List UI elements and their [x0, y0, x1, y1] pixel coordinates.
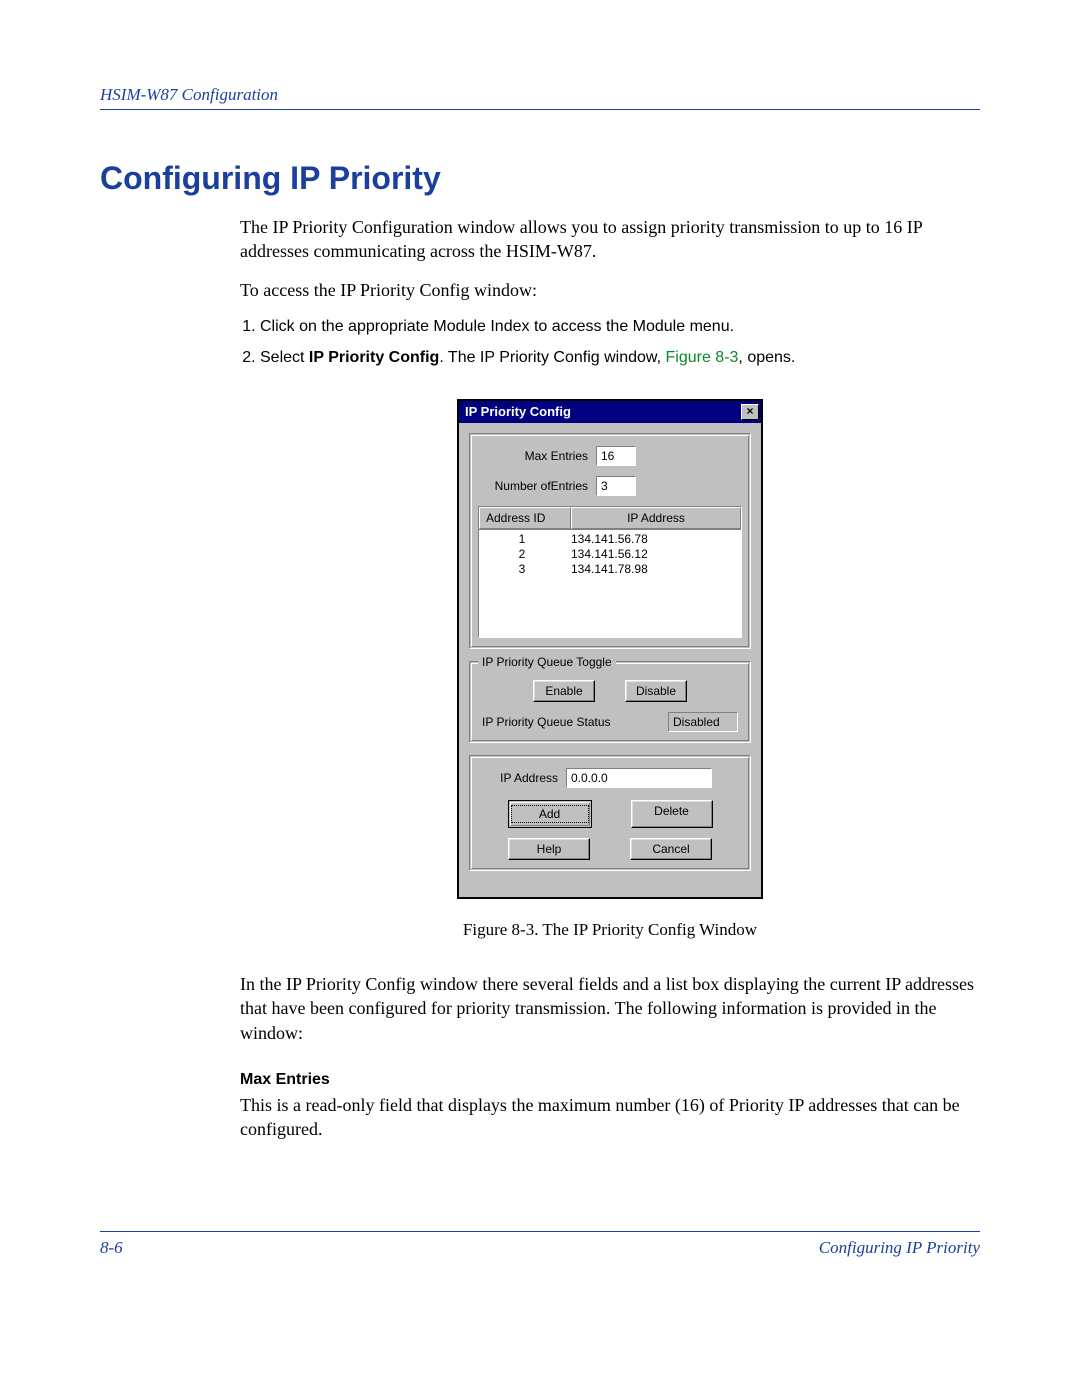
number-of-entries-field: 3 — [596, 476, 636, 496]
cancel-button[interactable]: Cancel — [630, 838, 712, 860]
row-id: 1 — [479, 532, 565, 547]
list-item[interactable]: 3 134.141.78.98 — [479, 562, 741, 577]
ip-address-input[interactable]: 0.0.0.0 — [566, 768, 712, 788]
max-entries-label: Max Entries — [478, 448, 596, 464]
enable-button[interactable]: Enable — [533, 680, 595, 702]
column-header-address-id[interactable]: Address ID — [479, 507, 571, 529]
ip-address-label: IP Address — [478, 770, 566, 786]
running-header: HSIM-W87 Configuration — [100, 85, 980, 110]
queue-status-label: IP Priority Queue Status — [482, 714, 668, 730]
footer-section-title: Configuring IP Priority — [819, 1238, 980, 1258]
add-button-label: Add — [511, 805, 589, 823]
row-id: 2 — [479, 547, 565, 562]
help-button[interactable]: Help — [508, 838, 590, 860]
step-1: Click on the appropriate Module Index to… — [260, 316, 980, 338]
step-2-text-a: Select — [260, 349, 309, 366]
row-ip: 134.141.56.78 — [565, 532, 741, 547]
disable-button[interactable]: Disable — [625, 680, 687, 702]
ip-priority-config-dialog: IP Priority Config × Max Entries 16 Numb… — [457, 399, 763, 899]
step-2-text-d: , opens. — [738, 349, 795, 366]
row-id: 3 — [479, 562, 565, 577]
delete-button[interactable]: Delete — [631, 800, 713, 828]
max-entries-description: This is a read-only field that displays … — [240, 1093, 980, 1142]
queue-status-value: Disabled — [668, 712, 738, 732]
intro-paragraph-2: To access the IP Priority Config window: — [240, 278, 980, 302]
dialog-titlebar[interactable]: IP Priority Config × — [459, 401, 761, 423]
toggle-group-label: IP Priority Queue Toggle — [478, 654, 616, 670]
row-ip: 134.141.56.12 — [565, 547, 741, 562]
max-entries-field: 16 — [596, 446, 636, 466]
intro-paragraph-1: The IP Priority Configuration window all… — [240, 215, 980, 264]
close-icon[interactable]: × — [741, 404, 759, 420]
page-number: 8-6 — [100, 1238, 123, 1258]
steps-list: Click on the appropriate Module Index to… — [240, 316, 980, 369]
figure-reference: Figure 8-3 — [666, 349, 739, 366]
body-paragraph: In the IP Priority Config window there s… — [240, 972, 980, 1045]
dialog-title: IP Priority Config — [465, 403, 571, 421]
column-header-ip-address[interactable]: IP Address — [571, 507, 741, 529]
section-title: Configuring IP Priority — [100, 160, 980, 197]
max-entries-subheading: Max Entries — [240, 1069, 980, 1091]
number-of-entries-label: Number ofEntries — [478, 478, 596, 494]
step-2: Select IP Priority Config. The IP Priori… — [260, 347, 980, 369]
address-listbox[interactable]: Address ID IP Address 1 134.141.56.78 2 — [478, 506, 742, 638]
step-2-bold: IP Priority Config — [309, 349, 439, 366]
list-item[interactable]: 2 134.141.56.12 — [479, 547, 741, 562]
row-ip: 134.141.78.98 — [565, 562, 741, 577]
list-item[interactable]: 1 134.141.56.78 — [479, 532, 741, 547]
add-button[interactable]: Add — [508, 800, 592, 828]
figure-caption: Figure 8-3. The IP Priority Config Windo… — [240, 919, 980, 942]
step-2-text-c: . The IP Priority Config window, — [439, 349, 665, 366]
